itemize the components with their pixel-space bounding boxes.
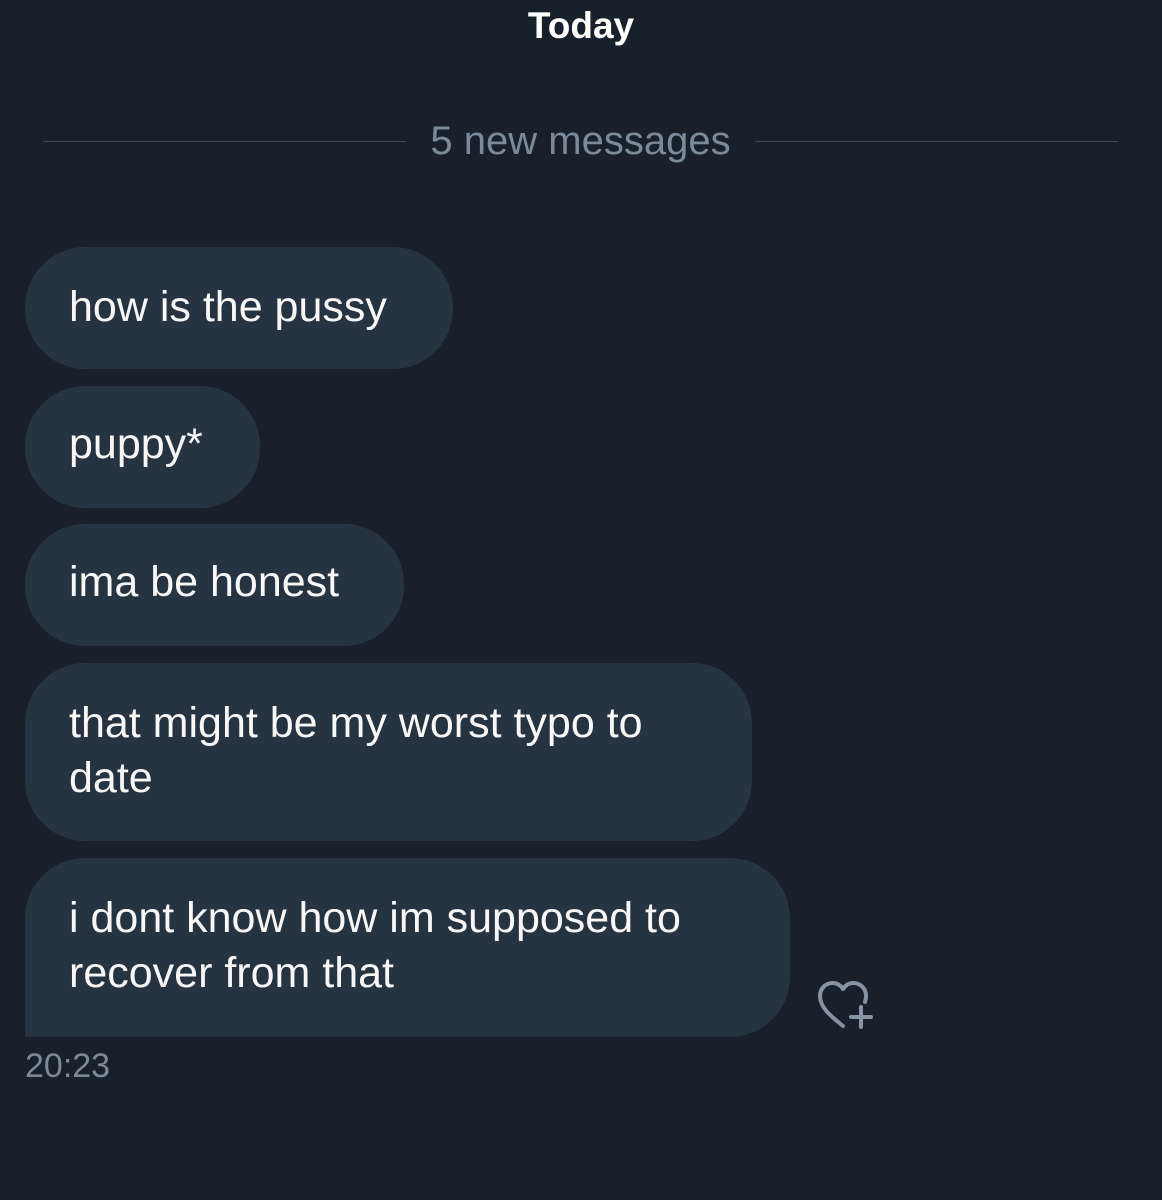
- message-timestamp: 20:23: [25, 1047, 111, 1085]
- divider-line-right: [754, 140, 1118, 142]
- divider-line-left: [43, 140, 407, 142]
- message-bubble[interactable]: how is the pussy: [25, 247, 453, 369]
- new-messages-label: 5 new messages: [430, 119, 731, 163]
- add-reaction-button[interactable]: [812, 976, 878, 1036]
- new-messages-divider: 5 new messages: [43, 116, 1118, 166]
- heart-plus-icon: [818, 981, 873, 1029]
- message-bubble[interactable]: ima be honest: [25, 524, 404, 646]
- message-bubble[interactable]: that might be my worst typo to date: [25, 663, 752, 841]
- message-bubble[interactable]: i dont know how im supposed to recover f…: [25, 858, 790, 1037]
- message-bubble[interactable]: puppy*: [25, 386, 260, 508]
- day-header: Today: [527, 5, 635, 46]
